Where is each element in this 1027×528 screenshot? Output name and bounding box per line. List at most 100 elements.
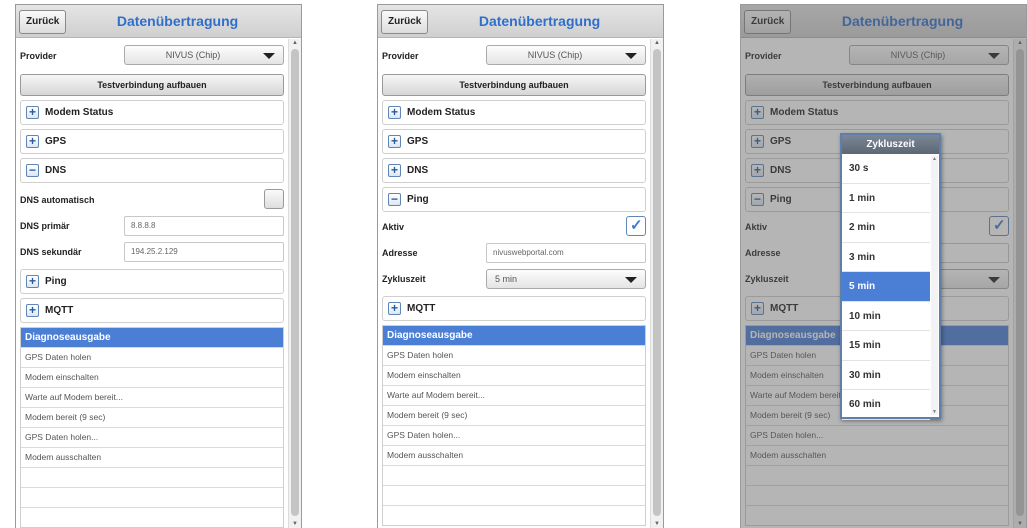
test-connection-button[interactable]: Testverbindung aufbauen (382, 74, 646, 96)
diagnostics-row: Modem bereit (9 sec) (383, 405, 645, 425)
diagnostics-row: GPS Daten holen (21, 347, 283, 367)
back-button[interactable]: Zurück (19, 10, 67, 34)
cycle-option[interactable]: 60 min (842, 390, 930, 420)
screen-cycle-picker: Zurück Datenübertragung Provider NIVUS (… (740, 4, 1027, 528)
scroll-down-icon[interactable]: ▼ (654, 521, 660, 527)
section-mqtt[interactable]: + MQTT (382, 296, 646, 321)
popup-scrollbar[interactable]: ▲ ▼ (931, 156, 938, 415)
scroll-thumb[interactable] (291, 49, 299, 516)
section-label: GPS (45, 136, 67, 147)
dns-auto-checkbox[interactable] (264, 189, 284, 209)
scroll-up-icon[interactable]: ▲ (292, 40, 298, 46)
ping-active-row: Aktiv ✓ (382, 214, 646, 240)
diagnostics-row (21, 467, 283, 487)
dns-secondary-label: DNS sekundär (20, 247, 82, 257)
collapse-icon: − (388, 193, 401, 206)
section-dns[interactable]: + DNS (382, 158, 646, 183)
scroll-thumb[interactable] (653, 49, 661, 516)
ping-cycle-label: Zykluszeit (382, 274, 426, 284)
provider-value: NIVUS (Chip) (165, 50, 221, 60)
diagnostics-row (21, 487, 283, 507)
cycle-option[interactable]: 3 min (842, 243, 930, 272)
diagnostics-row: Modem ausschalten (21, 447, 283, 467)
cycle-option[interactable]: 10 min (842, 302, 930, 331)
section-dns[interactable]: − DNS (20, 158, 284, 183)
diagnostics-row: Modem ausschalten (383, 445, 645, 465)
diagnostics-row: Modem einschalten (21, 367, 283, 387)
dns-primary-input[interactable]: 8.8.8.8 (124, 216, 284, 236)
dns-secondary-row: DNS sekundär 194.25.2.129 (20, 239, 284, 265)
ping-address-label: Adresse (382, 248, 418, 258)
provider-select[interactable]: NIVUS (Chip) (124, 45, 284, 65)
section-label: Modem Status (407, 107, 476, 118)
diagnostics-row: GPS Daten holen... (21, 427, 283, 447)
ping-address-row: Adresse nivuswebportal.com (382, 240, 646, 266)
scroll-down-icon[interactable]: ▼ (292, 521, 298, 527)
section-ping[interactable]: − Ping (382, 187, 646, 212)
diagnostics-row: Modem einschalten (383, 365, 645, 385)
dns-auto-label: DNS automatisch (20, 195, 95, 205)
diagnostics-row: Warte auf Modem bereit... (383, 385, 645, 405)
scroll-up-icon[interactable]: ▲ (932, 156, 937, 162)
diagnostics-row: Modem bereit (9 sec) (21, 407, 283, 427)
content: Provider NIVUS (Chip) Testverbindung auf… (378, 39, 650, 528)
section-label: DNS (407, 165, 429, 176)
page-title: Datenübertragung (478, 13, 601, 29)
section-label: MQTT (45, 305, 74, 316)
diagnostics-header: Diagnoseausgabe (383, 326, 645, 345)
section-gps[interactable]: + GPS (20, 129, 284, 154)
section-label: Modem Status (45, 107, 114, 118)
provider-value: NIVUS (Chip) (527, 50, 583, 60)
cycle-option[interactable]: 30 s (842, 154, 930, 184)
chevron-down-icon (625, 277, 637, 283)
expand-icon: + (388, 164, 401, 177)
screen-dns-expanded: Zurück Datenübertragung Provider NIVUS (… (15, 4, 302, 528)
cycle-option-selected[interactable]: 5 min (842, 272, 930, 302)
diagnostics-panel: Diagnoseausgabe GPS Daten holen Modem ei… (20, 327, 284, 528)
expand-icon: + (26, 106, 39, 119)
ping-cycle-value: 5 min (495, 274, 518, 284)
dns-auto-row: DNS automatisch (20, 187, 284, 213)
diagnostics-row (383, 505, 645, 525)
diagnostics-row (21, 507, 283, 527)
cycle-time-popup: Zykluszeit 30 s 1 min 2 min 3 min 5 min … (840, 133, 941, 420)
dns-primary-label: DNS primär (20, 221, 70, 231)
scrollbar[interactable]: ▲ ▼ (650, 39, 663, 528)
popup-title: Zykluszeit (842, 135, 939, 154)
ping-address-input[interactable]: nivuswebportal.com (486, 243, 646, 263)
section-gps[interactable]: + GPS (382, 129, 646, 154)
provider-label: Provider (20, 51, 57, 61)
ping-active-checkbox[interactable]: ✓ (626, 216, 646, 236)
expand-icon: + (26, 135, 39, 148)
diagnostics-row: GPS Daten holen... (383, 425, 645, 445)
cycle-option[interactable]: 2 min (842, 213, 930, 243)
diagnostics-row (383, 465, 645, 485)
test-connection-button[interactable]: Testverbindung aufbauen (20, 74, 284, 96)
provider-select[interactable]: NIVUS (Chip) (486, 45, 646, 65)
diagnostics-row: Warte auf Modem bereit... (21, 387, 283, 407)
section-ping[interactable]: + Ping (20, 269, 284, 294)
dns-secondary-input[interactable]: 194.25.2.129 (124, 242, 284, 262)
section-label: Ping (407, 194, 429, 205)
scroll-down-icon[interactable]: ▼ (932, 409, 937, 415)
section-modem-status[interactable]: + Modem Status (382, 100, 646, 125)
back-button[interactable]: Zurück (381, 10, 429, 34)
scrollbar[interactable]: ▲ ▼ (288, 39, 301, 528)
collapse-icon: − (26, 164, 39, 177)
section-mqtt[interactable]: + MQTT (20, 298, 284, 323)
chevron-down-icon (263, 53, 275, 59)
section-label: GPS (407, 136, 429, 147)
header: Zurück Datenübertragung (378, 5, 663, 38)
section-label: Ping (45, 276, 67, 287)
expand-icon: + (26, 304, 39, 317)
cycle-option[interactable]: 15 min (842, 331, 930, 361)
scroll-up-icon[interactable]: ▲ (654, 40, 660, 46)
section-modem-status[interactable]: + Modem Status (20, 100, 284, 125)
ping-active-label: Aktiv (382, 222, 405, 232)
ping-cycle-row: Zykluszeit 5 min (382, 266, 646, 292)
cycle-option[interactable]: 1 min (842, 184, 930, 213)
cycle-option[interactable]: 30 min (842, 361, 930, 390)
screen-ping-expanded: Zurück Datenübertragung Provider NIVUS (… (377, 4, 664, 528)
ping-cycle-select[interactable]: 5 min (486, 269, 646, 289)
diagnostics-panel: Diagnoseausgabe GPS Daten holen Modem ei… (382, 325, 646, 526)
